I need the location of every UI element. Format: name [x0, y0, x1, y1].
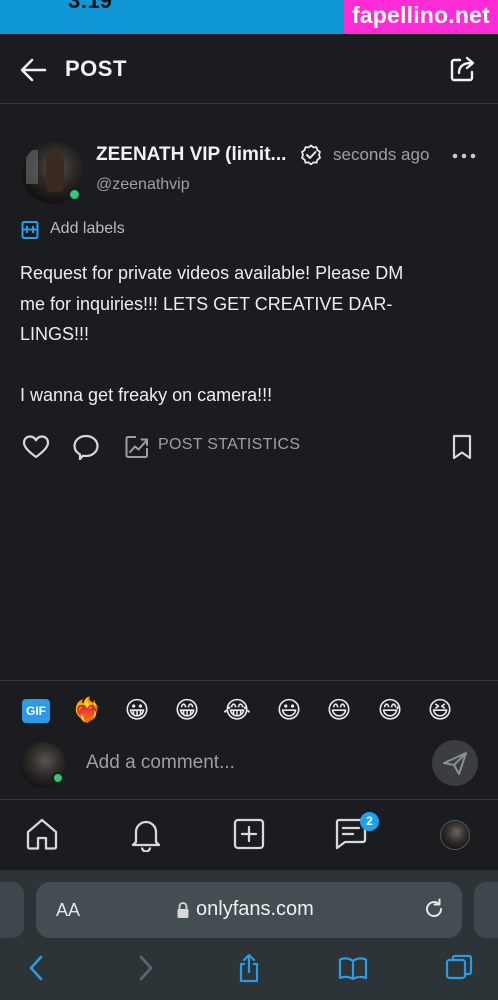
- send-button[interactable]: [432, 740, 478, 786]
- browser-back-icon[interactable]: [22, 953, 52, 983]
- emoji-button[interactable]: 😁: [172, 695, 202, 725]
- status-bar: 3:19 fapellino.net: [0, 0, 498, 34]
- address-bar[interactable]: AA onlyfans.com: [36, 882, 462, 938]
- more-options-icon[interactable]: [452, 144, 476, 168]
- bottom-navigation: 2: [0, 800, 498, 870]
- emoji-button[interactable]: 😆: [425, 695, 455, 725]
- verified-icon: [301, 144, 321, 166]
- author-name[interactable]: ZEENATH VIP (limit...: [96, 144, 286, 166]
- back-arrow-icon[interactable]: [18, 56, 48, 84]
- notifications-bell-icon[interactable]: [128, 816, 164, 852]
- emoji-button[interactable]: 😅: [375, 695, 405, 725]
- comment-input[interactable]: [80, 746, 410, 780]
- bookmarks-book-icon[interactable]: [338, 953, 368, 983]
- post-author: ZEENATH VIP (limit... seconds ago @zeena…: [20, 140, 480, 210]
- post-timestamp: seconds ago: [333, 145, 430, 164]
- statistics-chart-icon: [125, 436, 148, 458]
- add-post-icon[interactable]: [231, 816, 267, 852]
- comment-bubble-icon[interactable]: [72, 433, 100, 461]
- post-text-line: me for inquiries!!! LETS GET CREATIVE DA…: [20, 293, 393, 314]
- lock-icon: [177, 902, 189, 918]
- messages-badge: 2: [360, 812, 379, 831]
- post-body: Request for private videos available! Pl…: [20, 258, 480, 411]
- url-text: onlyfans.com: [196, 898, 314, 920]
- emoji-button[interactable]: 😄: [324, 695, 354, 725]
- like-heart-icon[interactable]: [22, 433, 50, 461]
- post-text-line: Request for private videos available! Pl…: [20, 263, 404, 283]
- share-icon[interactable]: [448, 54, 478, 84]
- browser-share-icon[interactable]: [234, 953, 264, 983]
- send-plane-icon: [443, 752, 467, 775]
- tabs-icon[interactable]: [444, 953, 474, 983]
- emoji-bar: GIF ❤️‍🔥 😀 😁 😂 😃 😄 😅 😆: [0, 680, 498, 738]
- add-labels-text: Add labels: [50, 220, 125, 237]
- online-indicator: [52, 772, 64, 784]
- label-icon: [21, 221, 39, 239]
- profile-avatar[interactable]: [440, 820, 470, 850]
- next-tab[interactable]: [474, 882, 498, 938]
- browser-forward-icon[interactable]: [130, 953, 160, 983]
- text-size-button[interactable]: AA: [56, 900, 80, 921]
- reload-icon[interactable]: [422, 897, 446, 921]
- browser-chrome: AA onlyfans.com: [0, 870, 498, 1000]
- comment-composer: [0, 738, 498, 800]
- previous-tab[interactable]: [0, 882, 24, 938]
- online-indicator: [68, 188, 81, 201]
- emoji-button[interactable]: 😀: [122, 695, 152, 725]
- post-header: POST: [0, 34, 498, 104]
- status-time: 3:19: [68, 0, 113, 13]
- watermark: fapellino.net: [343, 0, 498, 34]
- author-handle[interactable]: @zeenathvip: [96, 176, 190, 194]
- page-title: POST: [65, 56, 127, 81]
- gif-button[interactable]: GIF: [22, 699, 50, 723]
- post-statistics-label: POST STATISTICS: [158, 436, 301, 453]
- home-icon[interactable]: [24, 816, 60, 852]
- post-text-line: I wanna get freaky on camera!!!: [20, 385, 273, 405]
- post-text-line: LINGS!!!: [20, 324, 90, 344]
- post-actions: POST STATISTICS: [20, 430, 480, 464]
- emoji-button[interactable]: 😃: [274, 695, 304, 725]
- bookmark-icon[interactable]: [448, 433, 476, 461]
- emoji-button[interactable]: ❤️‍🔥: [72, 695, 102, 725]
- emoji-button[interactable]: 😂: [222, 695, 252, 725]
